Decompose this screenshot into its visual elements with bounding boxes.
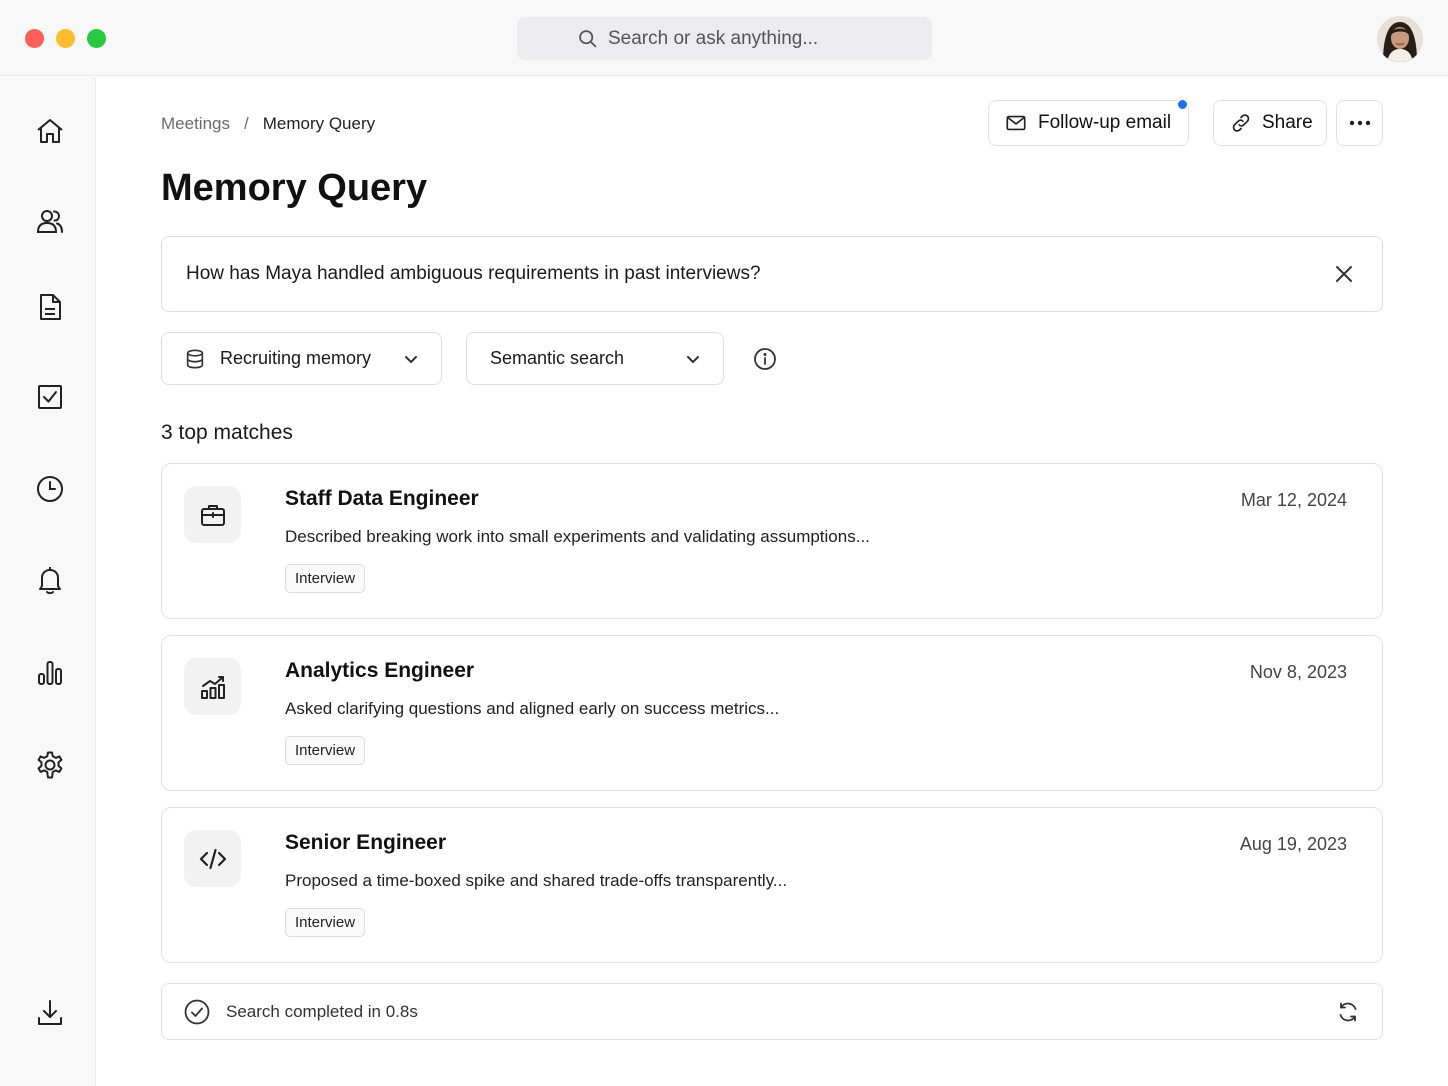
briefcase-icon xyxy=(200,504,225,526)
result-title[interactable]: Analytics Engineer xyxy=(285,659,474,683)
avatar-portrait-icon xyxy=(1377,16,1423,62)
result-icon-tile xyxy=(184,486,241,543)
query-text: How has Maya handled ambiguous requireme… xyxy=(186,263,761,284)
search-status-text: Search completed in 0.8s xyxy=(226,1001,418,1021)
download-icon[interactable] xyxy=(34,997,66,1029)
follow-up-email-label: Follow-up email xyxy=(1038,112,1172,133)
result-description: Described breaking work into small exper… xyxy=(285,527,870,546)
result-title[interactable]: Staff Data Engineer xyxy=(285,487,479,511)
result-description: Proposed a time-boxed spike and shared t… xyxy=(285,871,788,890)
maximize-window-button[interactable] xyxy=(87,29,106,48)
chevron-down-icon xyxy=(405,356,417,363)
link-icon xyxy=(1232,114,1250,132)
search-icon xyxy=(579,30,597,48)
checkbox-icon[interactable] xyxy=(34,381,66,413)
more-options-button[interactable] xyxy=(1336,100,1383,146)
share-button[interactable]: Share xyxy=(1213,100,1327,146)
result-date: Mar 12, 2024 xyxy=(1240,490,1347,510)
analytics-chart-icon xyxy=(200,675,225,699)
search-placeholder: Search or ask anything... xyxy=(608,27,819,49)
result-description: Asked clarifying questions and aligned e… xyxy=(285,699,780,718)
user-avatar[interactable] xyxy=(1377,16,1423,62)
refresh-icon[interactable] xyxy=(1336,1000,1360,1024)
check-circle-icon xyxy=(184,999,210,1024)
main-content: Meetings / Memory Query Follow-up email … xyxy=(96,77,1448,1086)
app-window: Search or ask anything... Meetings / Mem… xyxy=(0,0,1448,1086)
result-icon-tile xyxy=(184,830,241,887)
code-icon xyxy=(199,848,226,869)
search-mode-select[interactable]: Semantic search xyxy=(466,332,724,385)
title-bar: Search or ask anything... xyxy=(0,0,1448,76)
result-tag: Interview xyxy=(285,564,366,593)
result-card[interactable]: Analytics Engineer Nov 8, 2023 Asked cla… xyxy=(161,635,1383,791)
mail-icon xyxy=(1006,115,1026,131)
page-title: Memory Query xyxy=(161,167,428,209)
follow-up-email-button[interactable]: Follow-up email xyxy=(988,100,1189,146)
result-title[interactable]: Senior Engineer xyxy=(285,831,446,855)
close-window-button[interactable] xyxy=(25,29,44,48)
people-icon[interactable] xyxy=(34,205,66,237)
ellipsis-icon xyxy=(1349,120,1370,126)
result-date: Nov 8, 2023 xyxy=(1249,662,1347,682)
search-mode-value: Semantic search xyxy=(490,348,625,368)
window-controls xyxy=(25,29,106,48)
close-icon[interactable] xyxy=(1334,264,1354,284)
result-icon-tile xyxy=(184,658,241,715)
bell-icon[interactable] xyxy=(34,564,66,596)
document-icon[interactable] xyxy=(34,291,66,323)
share-label: Share xyxy=(1262,112,1313,133)
sidebar xyxy=(0,77,96,1086)
global-search-input[interactable]: Search or ask anything... xyxy=(517,17,932,60)
gear-icon[interactable] xyxy=(34,749,66,781)
memory-source-select[interactable]: Recruiting memory xyxy=(161,332,442,385)
results-heading: 3 top matches xyxy=(161,421,293,444)
breadcrumb-meetings-link[interactable]: Meetings xyxy=(161,114,230,134)
info-icon[interactable] xyxy=(753,347,777,371)
result-tag: Interview xyxy=(285,736,366,765)
clock-icon[interactable] xyxy=(34,473,66,505)
breadcrumb: Meetings / Memory Query xyxy=(161,114,375,134)
minimize-window-button[interactable] xyxy=(56,29,75,48)
result-card[interactable]: Staff Data Engineer Mar 12, 2024 Describ… xyxy=(161,463,1383,619)
breadcrumb-current: Memory Query xyxy=(262,114,376,133)
notification-dot xyxy=(1177,99,1188,110)
home-icon[interactable] xyxy=(34,115,66,147)
breadcrumb-separator: / xyxy=(243,114,249,133)
bar-chart-icon[interactable] xyxy=(34,657,66,689)
result-card[interactable]: Senior Engineer Aug 19, 2023 Proposed a … xyxy=(161,807,1383,963)
chevron-down-icon xyxy=(687,356,699,363)
search-status-bar: Search completed in 0.8s xyxy=(161,983,1383,1040)
query-input[interactable]: How has Maya handled ambiguous requireme… xyxy=(161,236,1383,312)
result-tag: Interview xyxy=(285,908,366,937)
memory-source-value: Recruiting memory xyxy=(220,348,372,368)
result-date: Aug 19, 2023 xyxy=(1239,834,1347,854)
database-icon xyxy=(186,348,204,369)
